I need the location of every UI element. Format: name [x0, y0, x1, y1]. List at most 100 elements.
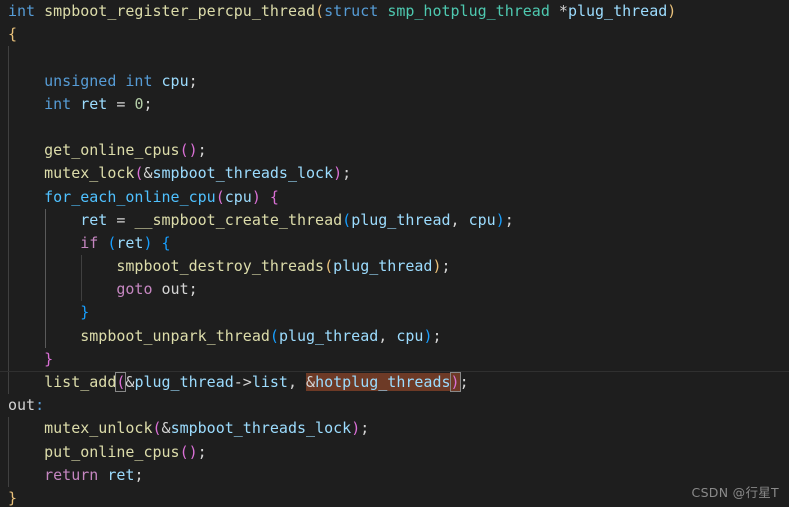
code-line[interactable] [0, 46, 789, 70]
indent-guide-active [44, 324, 46, 348]
code-token: cpu [396, 326, 424, 345]
code-token: smpboot_destroy_threads [116, 257, 325, 276]
selected-token: hotplug_threads [315, 373, 451, 391]
code-token: cpu [224, 187, 252, 206]
code-token: int [8, 2, 36, 20]
indent-guide [8, 255, 9, 279]
code-line[interactable]: smpboot_destroy_threads(plug_thread); [0, 255, 789, 279]
indent-guide [8, 69, 9, 93]
indent-guide [8, 417, 9, 441]
code-line[interactable]: } [0, 347, 789, 371]
code-line[interactable]: int ret = 0; [0, 92, 789, 116]
code-token: smpboot_threads_lock [170, 419, 352, 438]
code-line[interactable]: ret = __smpboot_create_thread(plug_threa… [0, 208, 789, 232]
indent-guide [8, 301, 9, 325]
bracket-match: ) [449, 372, 461, 392]
code-line[interactable] [0, 115, 789, 140]
code-token: , [378, 326, 397, 345]
code-editor-content[interactable]: int smpboot_register_percpu_thread(struc… [0, 0, 789, 507]
indent-guide [8, 115, 9, 140]
code-token: plug_thread [134, 373, 234, 391]
code-token: smpboot_register_percpu_thread [44, 2, 316, 20]
code-token: mutex_lock [44, 164, 135, 183]
code-token: plug_thread [567, 2, 668, 20]
code-token: plug_thread [351, 210, 451, 229]
code-editor-screenshot: int smpboot_register_percpu_thread(struc… [0, 0, 789, 507]
indent-guide [80, 278, 82, 302]
code-token: ) [188, 442, 198, 461]
selected-token: & [306, 373, 316, 391]
indent-guide-active [44, 231, 46, 256]
code-line[interactable]: mutex_lock(&smpboot_threads_lock); [0, 162, 789, 186]
code-line[interactable]: mutex_unlock(&smpboot_threads_lock); [0, 417, 789, 441]
indent-guide [8, 46, 9, 70]
code-token: ) [667, 2, 677, 20]
code-line[interactable]: out: [0, 394, 789, 417]
code-token: ; [432, 326, 442, 345]
indent-guide [8, 231, 9, 256]
code-token: out [161, 280, 189, 299]
indent-guide [8, 208, 9, 232]
code-line[interactable]: int smpboot_register_percpu_thread(struc… [0, 0, 789, 23]
code-line[interactable]: smpboot_unpark_thread(plug_thread, cpu); [0, 324, 789, 348]
code-line[interactable]: for_each_online_cpu(cpu) { [0, 185, 789, 209]
code-line[interactable]: unsigned int cpu; [0, 69, 789, 93]
code-token: ret [107, 465, 135, 484]
indent-guide [8, 185, 9, 209]
code-token: } [8, 488, 18, 507]
indent-guide [8, 347, 9, 371]
indent-guide [80, 255, 82, 279]
code-token: ) [432, 257, 442, 276]
code-token: get_online_cpus [44, 141, 180, 160]
code-token: = [107, 210, 135, 229]
code-token: ; [504, 210, 514, 229]
code-token: plug_thread [278, 326, 379, 345]
code-token: ) [333, 164, 343, 183]
code-line[interactable]: return ret; [0, 463, 789, 487]
code-token: ; [143, 94, 153, 113]
code-token: ; [197, 442, 207, 461]
code-token: ) [495, 210, 505, 229]
code-token: ; [441, 257, 451, 276]
code-token: ; [134, 465, 144, 484]
code-line[interactable]: } [0, 487, 789, 507]
code-line[interactable]: } [0, 301, 789, 325]
code-line[interactable]: get_online_cpus(); [0, 139, 789, 163]
code-token: ret [80, 94, 108, 113]
code-line[interactable]: list_add(&plug_thread->list, &hotplug_th… [0, 371, 789, 395]
indent-guide [8, 440, 9, 464]
code-token: smp_hotplug_thread [387, 2, 550, 20]
code-token: ( [324, 257, 334, 276]
code-token: ( [152, 419, 162, 438]
code-line[interactable]: if (ret) { [0, 231, 789, 256]
code-token: mutex_unlock [44, 419, 153, 438]
code-token: smpboot_unpark_thread [80, 326, 270, 345]
code-token: int [125, 71, 153, 90]
indent-guide-active [44, 301, 46, 325]
code-token: ret [116, 233, 144, 252]
code-token: list [251, 373, 288, 391]
code-line[interactable]: goto out; [0, 278, 789, 302]
code-token: ( [269, 326, 279, 345]
code-token: { [269, 187, 279, 206]
code-token: put_online_cpus [44, 442, 180, 461]
code-line[interactable]: { [0, 23, 789, 46]
code-line[interactable]: put_online_cpus(); [0, 440, 789, 464]
indent-guide [8, 92, 9, 116]
code-token: if [80, 233, 99, 252]
code-token: int [44, 94, 72, 113]
code-token: ) [143, 233, 153, 252]
